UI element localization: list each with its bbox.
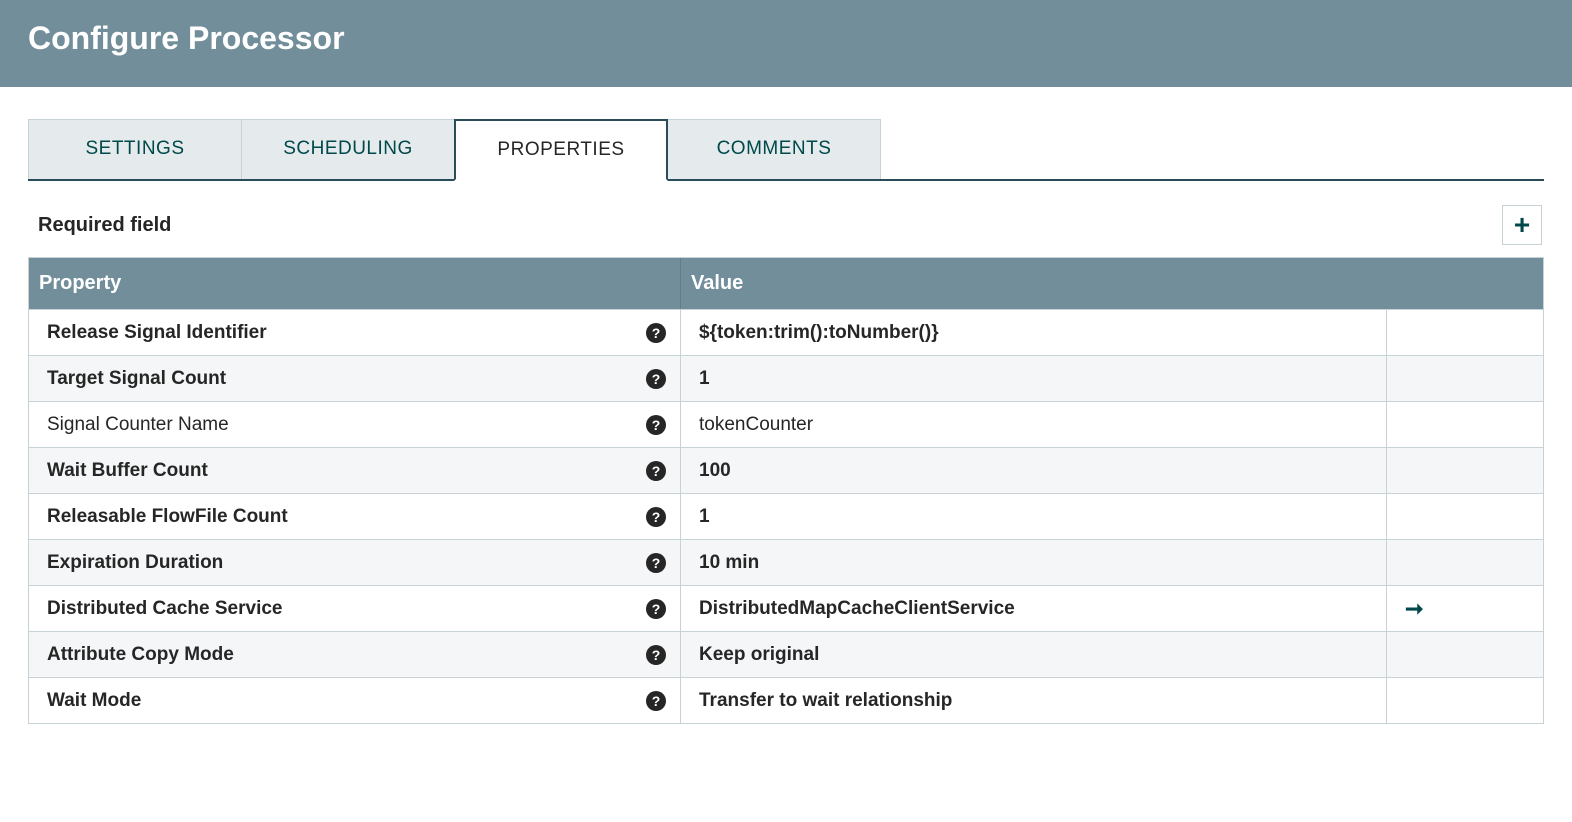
- tab-bar: SETTINGS SCHEDULING PROPERTIES COMMENTS: [28, 119, 1544, 181]
- property-action-cell: [1387, 356, 1543, 401]
- property-name: Wait Mode: [47, 690, 646, 712]
- property-value-cell[interactable]: 10 min: [681, 540, 1387, 585]
- property-name-cell[interactable]: Release Signal Identifier?: [29, 310, 681, 355]
- help-icon[interactable]: ?: [646, 461, 666, 481]
- property-name-cell[interactable]: Wait Buffer Count?: [29, 448, 681, 493]
- property-action-cell: ➞: [1387, 586, 1543, 631]
- tab-settings[interactable]: SETTINGS: [28, 119, 242, 179]
- required-field-label: Required field: [38, 214, 171, 237]
- plus-icon: +: [1514, 209, 1530, 241]
- goto-arrow-icon[interactable]: ➞: [1405, 596, 1423, 622]
- property-name: Signal Counter Name: [47, 414, 646, 436]
- column-header-property: Property: [29, 258, 681, 309]
- property-value-cell[interactable]: 100: [681, 448, 1387, 493]
- property-name-cell[interactable]: Releasable FlowFile Count?: [29, 494, 681, 539]
- table-row: Attribute Copy Mode?Keep original: [29, 631, 1543, 677]
- help-icon[interactable]: ?: [646, 599, 666, 619]
- property-action-cell: [1387, 678, 1543, 723]
- tab-scheduling[interactable]: SCHEDULING: [241, 119, 455, 179]
- table-header: Property Value: [29, 258, 1543, 309]
- help-icon[interactable]: ?: [646, 645, 666, 665]
- property-value-cell[interactable]: 1: [681, 356, 1387, 401]
- help-icon[interactable]: ?: [646, 323, 666, 343]
- property-value-cell[interactable]: Transfer to wait relationship: [681, 678, 1387, 723]
- content-area: SETTINGS SCHEDULING PROPERTIES COMMENTS …: [0, 87, 1572, 724]
- dialog-title: Configure Processor: [28, 20, 1544, 57]
- help-icon[interactable]: ?: [646, 553, 666, 573]
- help-icon[interactable]: ?: [646, 415, 666, 435]
- property-name: Wait Buffer Count: [47, 460, 646, 482]
- table-row: Release Signal Identifier?${token:trim()…: [29, 309, 1543, 355]
- property-name: Distributed Cache Service: [47, 598, 646, 620]
- property-value-cell[interactable]: DistributedMapCacheClientService: [681, 586, 1387, 631]
- tab-properties[interactable]: PROPERTIES: [454, 119, 668, 181]
- property-name: Release Signal Identifier: [47, 322, 646, 344]
- help-icon[interactable]: ?: [646, 369, 666, 389]
- property-action-cell: [1387, 310, 1543, 355]
- property-name-cell[interactable]: Expiration Duration?: [29, 540, 681, 585]
- table-row: Expiration Duration?10 min: [29, 539, 1543, 585]
- table-row: Target Signal Count?1: [29, 355, 1543, 401]
- property-name: Attribute Copy Mode: [47, 644, 646, 666]
- add-property-button[interactable]: +: [1502, 205, 1542, 245]
- table-row: Releasable FlowFile Count?1: [29, 493, 1543, 539]
- table-row: Wait Buffer Count?100: [29, 447, 1543, 493]
- table-row: Distributed Cache Service?DistributedMap…: [29, 585, 1543, 631]
- property-name: Expiration Duration: [47, 552, 646, 574]
- property-value-cell[interactable]: tokenCounter: [681, 402, 1387, 447]
- table-body: Release Signal Identifier?${token:trim()…: [29, 309, 1543, 723]
- property-action-cell: [1387, 494, 1543, 539]
- property-value-cell[interactable]: ${token:trim():toNumber()}: [681, 310, 1387, 355]
- property-value-cell[interactable]: Keep original: [681, 632, 1387, 677]
- property-action-cell: [1387, 448, 1543, 493]
- property-name-cell[interactable]: Attribute Copy Mode?: [29, 632, 681, 677]
- property-name-cell[interactable]: Target Signal Count?: [29, 356, 681, 401]
- properties-table: Property Value Release Signal Identifier…: [28, 257, 1544, 724]
- dialog-header: Configure Processor: [0, 0, 1572, 87]
- help-icon[interactable]: ?: [646, 691, 666, 711]
- property-action-cell: [1387, 540, 1543, 585]
- table-row: Signal Counter Name?tokenCounter: [29, 401, 1543, 447]
- property-name-cell[interactable]: Distributed Cache Service?: [29, 586, 681, 631]
- property-action-cell: [1387, 632, 1543, 677]
- property-name-cell[interactable]: Signal Counter Name?: [29, 402, 681, 447]
- tab-comments[interactable]: COMMENTS: [667, 119, 881, 179]
- help-icon[interactable]: ?: [646, 507, 666, 527]
- property-name-cell[interactable]: Wait Mode?: [29, 678, 681, 723]
- property-name: Releasable FlowFile Count: [47, 506, 646, 528]
- property-value-cell[interactable]: 1: [681, 494, 1387, 539]
- table-row: Wait Mode?Transfer to wait relationship: [29, 677, 1543, 723]
- property-action-cell: [1387, 402, 1543, 447]
- property-name: Target Signal Count: [47, 368, 646, 390]
- column-header-value: Value: [681, 258, 1543, 309]
- properties-subheader: Required field +: [28, 181, 1544, 257]
